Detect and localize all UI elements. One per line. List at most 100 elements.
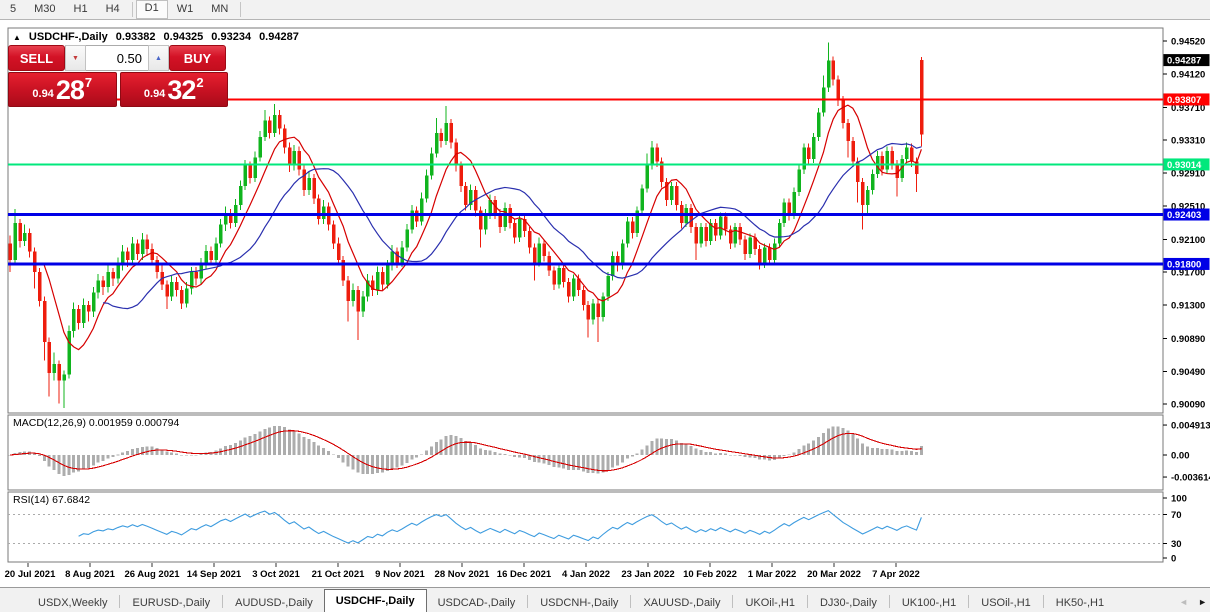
- tab-usdcad-daily[interactable]: USDCAD-,Daily: [427, 593, 527, 612]
- rsi-axis-label: 0: [1171, 554, 1176, 565]
- candle-body: [832, 61, 836, 80]
- candle-body: [543, 243, 547, 255]
- buy-price-button[interactable]: 0.94 32 2: [120, 72, 229, 107]
- candle-body: [67, 331, 71, 374]
- macd-histogram-bar: [273, 426, 276, 455]
- tab-usdchf-daily[interactable]: USDCHF-,Daily: [324, 589, 427, 612]
- toolbar-separator: [132, 2, 133, 17]
- macd-histogram-bar: [704, 452, 707, 455]
- candle-body: [347, 280, 351, 300]
- collapse-panel-icon[interactable]: ▲: [13, 33, 21, 42]
- macd-histogram-bar: [920, 446, 923, 455]
- candle-body: [156, 260, 160, 272]
- candle-body: [538, 243, 542, 262]
- symbol-name: USDCHF-,Daily: [29, 31, 108, 43]
- date-label: 14 Sep 2021: [187, 569, 242, 580]
- date-label: 26 Aug 2021: [124, 569, 180, 580]
- candle-body: [283, 129, 287, 148]
- macd-label: MACD(12,26,9) 0.001959 0.000794: [13, 417, 180, 429]
- sell-button[interactable]: SELL: [8, 45, 65, 71]
- macd-histogram-bar: [895, 451, 898, 455]
- candle-body: [690, 208, 694, 227]
- sell-price-button[interactable]: 0.94 28 7: [8, 72, 117, 107]
- candle-body: [450, 123, 454, 143]
- candle-body: [195, 272, 199, 279]
- timeframe-button-w1[interactable]: W1: [168, 1, 203, 18]
- timeframe-button-m30[interactable]: M30: [25, 1, 64, 18]
- candle-body: [513, 223, 517, 238]
- tab-hk50-h1[interactable]: HK50-,H1: [1045, 593, 1115, 612]
- candle-body: [891, 151, 895, 164]
- tab-dj30-daily[interactable]: DJ30-,Daily: [809, 593, 888, 612]
- macd-histogram-bar: [111, 455, 114, 457]
- rsi-pane[interactable]: [8, 492, 1163, 562]
- candle-body: [812, 137, 816, 159]
- toolbar-separator: [240, 2, 241, 17]
- volume-decrease-button[interactable]: ▼: [65, 45, 86, 71]
- candle-body: [9, 243, 13, 259]
- candle-body: [528, 231, 532, 247]
- macd-histogram-bar: [788, 455, 791, 456]
- macd-histogram-bar: [690, 446, 693, 455]
- candle-body: [209, 251, 213, 260]
- candle-body: [724, 216, 728, 229]
- candle-body: [72, 309, 76, 331]
- candle-body: [572, 279, 576, 297]
- macd-histogram-bar: [391, 455, 394, 469]
- candle-body: [48, 342, 52, 373]
- candle-body: [675, 186, 679, 205]
- timeframe-button-d1[interactable]: D1: [136, 0, 168, 19]
- macd-histogram-bar: [322, 448, 325, 455]
- tab-scroll-right-icon[interactable]: ►: [1198, 596, 1207, 608]
- tab-separator: [968, 595, 969, 608]
- timeframe-button-h4[interactable]: H4: [97, 1, 129, 18]
- macd-histogram-bar: [361, 455, 364, 474]
- volume-increase-button[interactable]: ▲: [148, 45, 169, 71]
- candle-body: [126, 252, 130, 260]
- macd-histogram-bar: [381, 455, 384, 473]
- tab-usdx-weekly[interactable]: USDX,Weekly: [27, 593, 118, 612]
- buy-button[interactable]: BUY: [169, 45, 226, 71]
- macd-histogram-bar: [121, 452, 124, 455]
- volume-input[interactable]: [86, 45, 148, 71]
- macd-histogram-bar: [748, 455, 751, 457]
- candle-body: [611, 256, 615, 276]
- tab-xauusd-daily[interactable]: XAUUSD-,Daily: [632, 593, 731, 612]
- timeframe-button-mn[interactable]: MN: [202, 1, 237, 18]
- candle-body: [846, 123, 850, 141]
- macd-histogram-bar: [479, 448, 482, 455]
- candle-body: [763, 248, 767, 264]
- macd-histogram-bar: [337, 455, 340, 458]
- macd-histogram-bar: [866, 446, 869, 455]
- chart-tab-bar: USDX,WeeklyEURUSD-,DailyAUDUSD-,DailyUSD…: [0, 587, 1210, 612]
- tab-audusd-daily[interactable]: AUDUSD-,Daily: [224, 593, 324, 612]
- candle-body: [263, 121, 267, 137]
- tab-uk100-h1[interactable]: UK100-,H1: [891, 593, 967, 612]
- tab-ukoil-h1[interactable]: UKOil-,H1: [734, 593, 806, 612]
- tab-separator: [527, 595, 528, 608]
- candle-body: [562, 268, 566, 282]
- timeframe-button-h1[interactable]: H1: [65, 1, 97, 18]
- macd-histogram-bar: [415, 455, 418, 457]
- tab-scroll-controls: ◄►: [1179, 596, 1207, 608]
- macd-histogram-bar: [239, 441, 242, 455]
- tab-eurusd-daily[interactable]: EURUSD-,Daily: [121, 593, 221, 612]
- tab-usdcnh-daily[interactable]: USDCNH-,Daily: [529, 593, 629, 612]
- macd-histogram-bar: [116, 455, 119, 456]
- candle-body: [695, 227, 699, 243]
- candle-body: [425, 175, 429, 198]
- candle-body: [361, 297, 365, 312]
- candle-body: [435, 133, 439, 153]
- tab-scroll-left-icon[interactable]: ◄: [1179, 596, 1188, 608]
- tab-usoil-h1[interactable]: USOil-,H1: [970, 593, 1042, 612]
- macd-histogram-bar: [288, 430, 291, 455]
- macd-histogram-bar: [307, 439, 310, 455]
- macd-histogram-bar: [484, 450, 487, 455]
- timeframe-button-5[interactable]: 5: [1, 1, 25, 18]
- rsi-axis-label: 30: [1171, 539, 1182, 550]
- macd-histogram-bar: [249, 436, 252, 455]
- candle-body: [842, 100, 846, 123]
- candle-body: [748, 238, 752, 254]
- macd-histogram-bar: [739, 455, 742, 456]
- macd-histogram-bar: [67, 455, 70, 475]
